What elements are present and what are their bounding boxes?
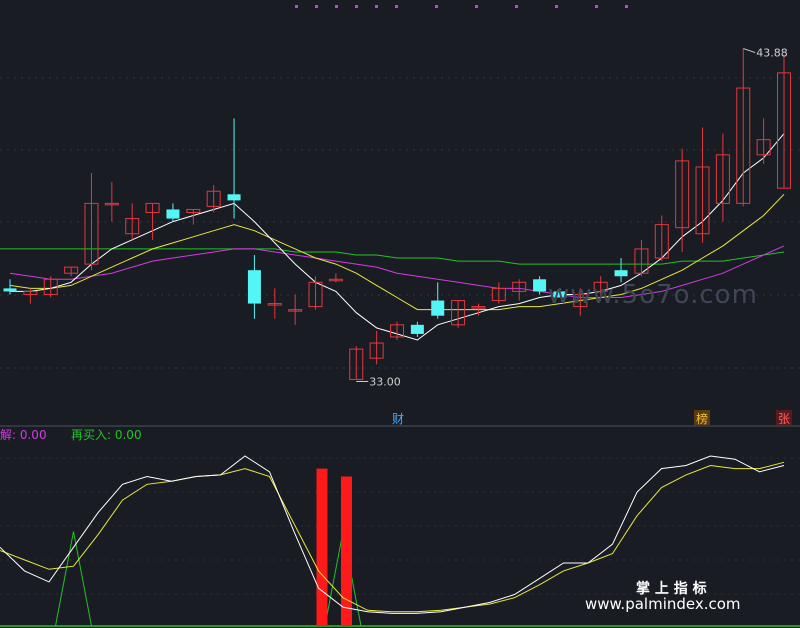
candle <box>512 279 527 301</box>
watermark-site1: www.5o7o.com <box>548 280 758 310</box>
candle-body <box>431 300 445 316</box>
green-spike <box>55 531 92 627</box>
candle <box>328 273 343 283</box>
candle <box>777 54 791 189</box>
candle <box>247 255 261 319</box>
candle <box>104 182 119 222</box>
candle <box>675 148 690 252</box>
candle <box>288 294 303 325</box>
candles <box>3 48 791 380</box>
candle-body <box>3 288 17 292</box>
top-marker <box>355 5 358 8</box>
candle <box>369 330 384 365</box>
candle <box>166 203 180 222</box>
top-marker <box>515 5 518 8</box>
candle-body <box>166 209 180 219</box>
red-bar <box>316 468 328 626</box>
candle <box>715 133 730 222</box>
top-marker <box>555 5 558 8</box>
indicator-legend: 解: 0.00 <box>0 428 47 442</box>
tag-label: 张 <box>778 412 790 426</box>
indicator-legend: 再买入: 0.00 <box>71 428 142 442</box>
candle <box>410 321 424 337</box>
high-pointer <box>743 48 756 54</box>
candle-body <box>247 270 261 304</box>
watermark-site2: www.palmindex.com <box>585 595 741 613</box>
candle <box>431 282 445 319</box>
top-marker <box>375 5 378 8</box>
ma-green-line <box>0 248 785 265</box>
candle <box>84 173 99 271</box>
top-marker <box>475 5 478 8</box>
top-marker <box>295 5 298 8</box>
top-marker <box>595 5 598 8</box>
candle <box>614 258 628 283</box>
low-label: 33.00 <box>369 375 401 388</box>
candle-body <box>614 270 628 277</box>
red-bar <box>341 476 352 626</box>
candle <box>349 346 364 380</box>
candle <box>634 239 649 277</box>
candle <box>227 118 241 219</box>
annotations: 43.88 33.00 财 榜 张 <box>356 47 792 426</box>
top-marker <box>335 5 338 8</box>
candle <box>3 279 17 295</box>
top-marker <box>625 5 628 8</box>
top-marker <box>395 5 398 8</box>
chart-stage: 解: 0.00 再买入: 0.00 43.88 33.00 财 榜 张 www.5o7o.… <box>0 0 800 628</box>
candle <box>308 276 323 310</box>
candle-body <box>410 324 424 334</box>
tag-label: 榜 <box>696 411 708 426</box>
candle <box>491 282 506 304</box>
candlestick-chart: 解: 0.00 再买入: 0.00 43.88 33.00 财 榜 张 www.5o7o.… <box>0 5 800 627</box>
top-marker <box>435 5 438 8</box>
candle-body <box>533 279 547 292</box>
top-marker <box>315 5 318 8</box>
high-label: 43.88 <box>756 47 788 60</box>
candle <box>736 48 751 207</box>
candle <box>267 288 282 319</box>
tag-label: 财 <box>392 412 404 426</box>
candle <box>64 266 79 277</box>
candle <box>451 300 466 328</box>
candle <box>756 118 771 164</box>
candle-body <box>227 194 241 201</box>
candle <box>390 321 404 340</box>
